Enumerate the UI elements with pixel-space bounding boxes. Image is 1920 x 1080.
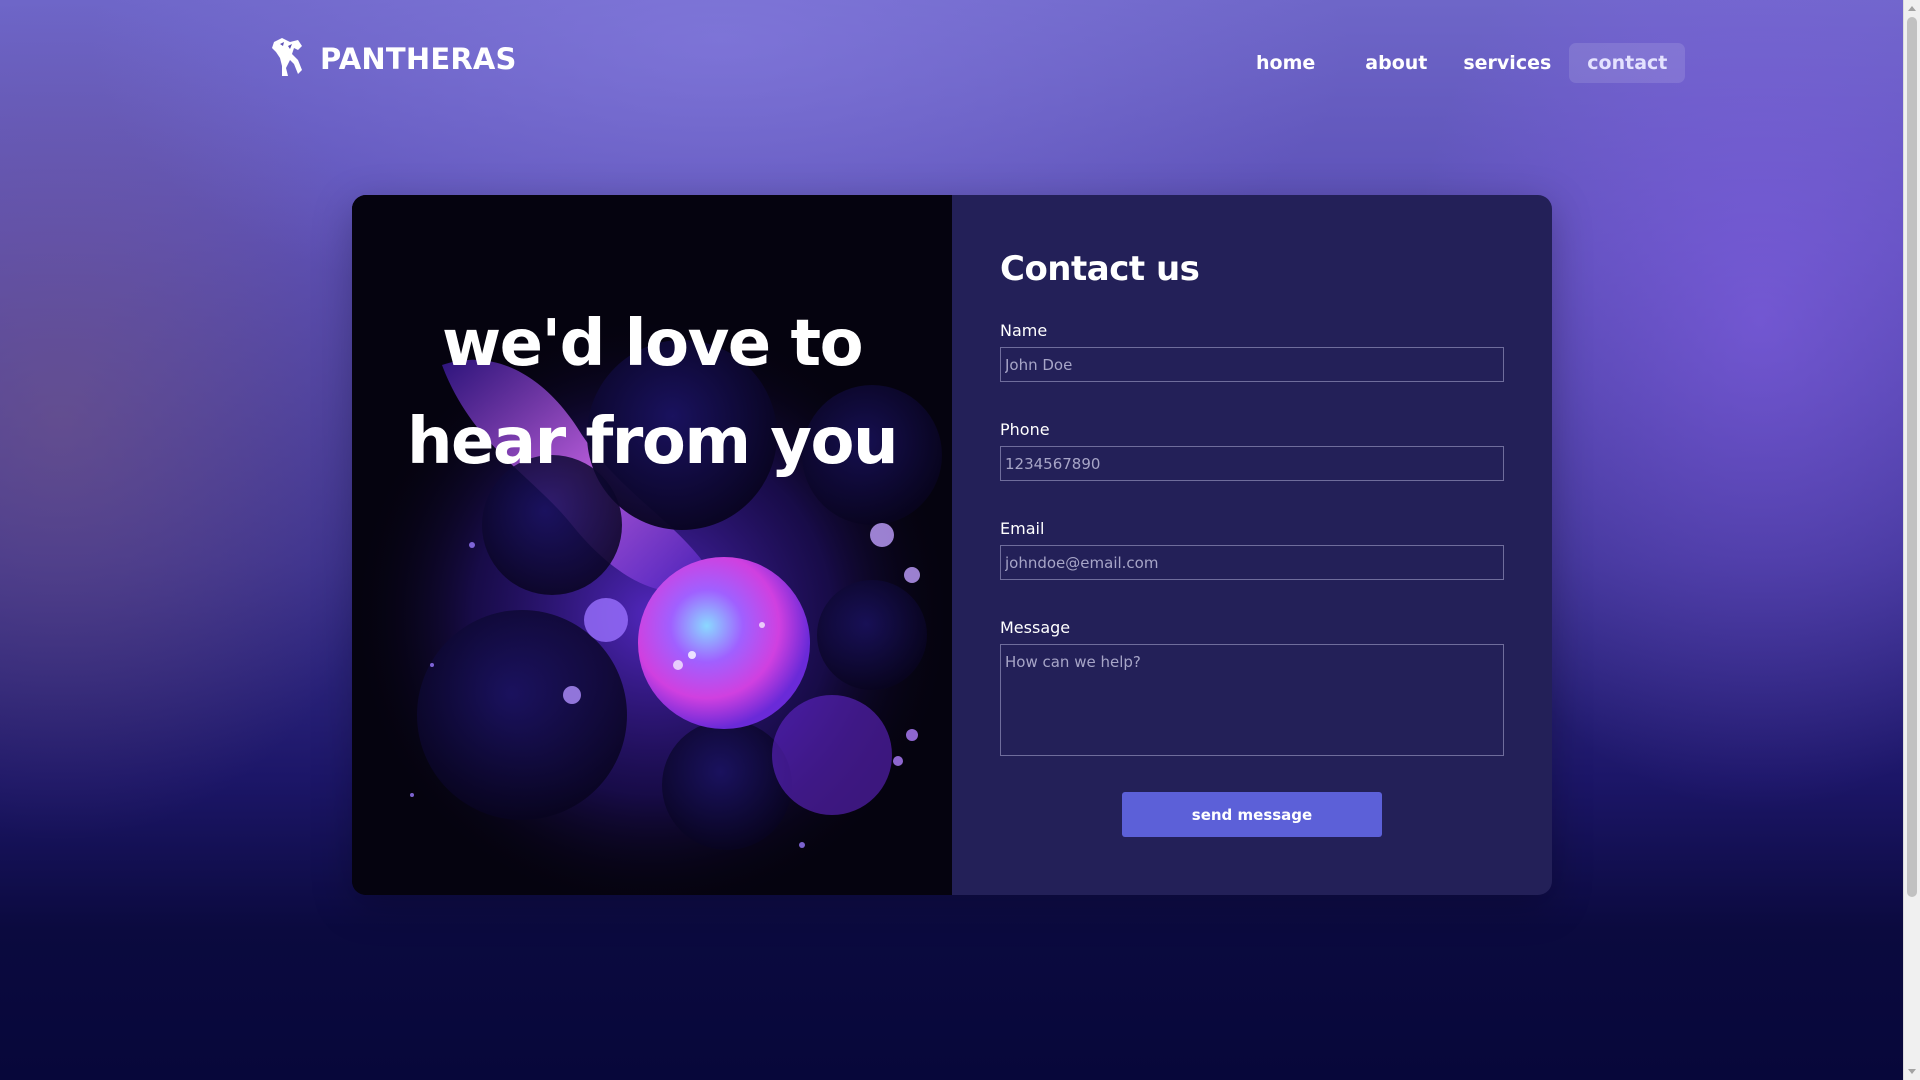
nav-link-contact[interactable]: contact <box>1569 43 1686 83</box>
nav-link-services[interactable]: services <box>1445 43 1569 83</box>
scroll-down-arrow-icon[interactable] <box>1908 1069 1916 1074</box>
phone-label: Phone <box>1000 420 1050 439</box>
name-label: Name <box>1000 321 1048 340</box>
hero-line-2: hear from you <box>406 405 899 479</box>
nav-link-about[interactable]: about <box>1347 43 1445 83</box>
panther-head-icon <box>268 36 316 82</box>
scroll-up-arrow-icon[interactable] <box>1908 6 1916 11</box>
phone-field-group: Phone <box>1000 420 1504 481</box>
hero-panel: we'd love to hear from you <box>352 195 952 895</box>
nav-link-home[interactable]: home <box>1238 43 1333 83</box>
name-input[interactable] <box>1000 347 1504 382</box>
form-title: Contact us <box>1000 249 1200 289</box>
hero-heading: we'd love to hear from you <box>352 295 952 491</box>
brand-name: PANTHERAS <box>320 42 517 76</box>
message-field-group: Message <box>1000 618 1504 760</box>
contact-form: Name Phone Email Message send message <box>1000 321 1504 837</box>
contact-form-panel: Contact us Name Phone Email Message send… <box>952 195 1552 895</box>
brand-logo[interactable]: PANTHERAS <box>268 36 517 82</box>
name-field-group: Name <box>1000 321 1504 382</box>
submit-row: send message <box>1000 792 1504 837</box>
phone-input[interactable] <box>1000 446 1504 481</box>
scroll-thumb[interactable] <box>1907 17 1917 897</box>
page-scrollbar[interactable] <box>1903 0 1920 1080</box>
message-label: Message <box>1000 618 1071 637</box>
hero-line-1: we'd love to <box>441 307 864 381</box>
email-field-group: Email <box>1000 519 1504 580</box>
email-input[interactable] <box>1000 545 1504 580</box>
contact-card: we'd love to hear from you Contact us Na… <box>352 195 1552 895</box>
message-textarea[interactable] <box>1000 644 1504 756</box>
email-label: Email <box>1000 519 1045 538</box>
send-message-button[interactable]: send message <box>1122 792 1382 837</box>
main-nav: home about services contact <box>1238 43 1686 83</box>
